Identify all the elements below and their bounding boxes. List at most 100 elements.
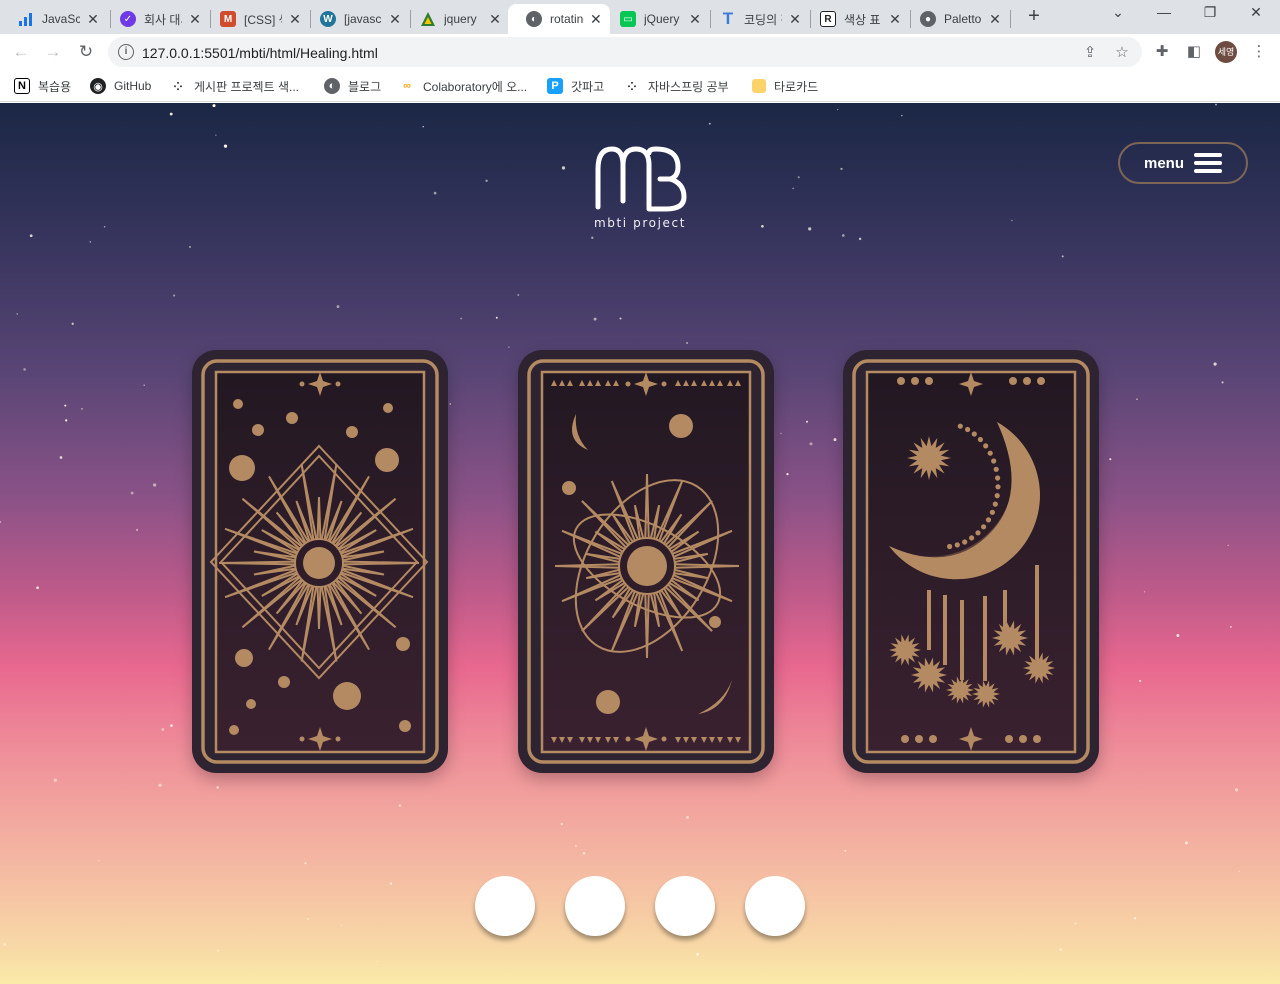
restore-icon[interactable]: ❐: [1200, 4, 1220, 24]
notion-icon: N: [14, 78, 30, 94]
back-arrow-icon[interactable]: ←: [10, 41, 32, 63]
palette-icon: ●: [920, 11, 936, 27]
tab-title: [CSS] 색상: [244, 12, 282, 27]
papago-icon: P: [547, 78, 563, 94]
browser-tab-active[interactable]: ◐ rotating ✕: [508, 4, 610, 34]
bookmark-label: Colaboratory에 오...: [423, 79, 528, 94]
forward-arrow-icon[interactable]: →: [42, 41, 64, 63]
globe-icon: ◐: [526, 11, 542, 27]
bookmark-item[interactable]: ◉ GitHub: [90, 76, 151, 96]
star-icon[interactable]: ☆: [1113, 44, 1131, 62]
tab-search-icon[interactable]: ⌄: [1108, 4, 1128, 24]
chart-bars-icon: [18, 11, 34, 27]
tab-title: jquery: [444, 12, 477, 26]
bookmark-ribbon-icon: M: [220, 11, 236, 27]
browser-tab[interactable]: M [CSS] 색상 ✕: [202, 4, 310, 34]
bookmark-label: 게시판 프로젝트 색...: [194, 79, 299, 94]
tab-title: 코딩의 정석: [744, 12, 782, 27]
browser-tab[interactable]: ✓ 회사 대시보드 ✕: [102, 4, 210, 34]
bookmark-label: 자바스프링 공부: [648, 79, 729, 94]
address-bar[interactable]: i 127.0.0.1:5501/mbti/html/Healing.html …: [108, 37, 1142, 67]
close-icon[interactable]: ✕: [888, 11, 902, 28]
close-icon[interactable]: ✕: [188, 11, 202, 28]
bookmarks-bar: N 복습용 ◉ GitHub ⁘ 게시판 프로젝트 색... ◐ 블로그 ∞ C…: [0, 70, 1280, 102]
tab-title: Palettone: [944, 12, 982, 26]
bookmark-item[interactable]: 타로카드: [752, 76, 818, 96]
side-panel-icon[interactable]: ◧: [1184, 42, 1204, 62]
bookmark-label: 타로카드: [774, 79, 819, 94]
close-icon[interactable]: ✕: [86, 11, 100, 28]
carousel-dot-4[interactable]: [745, 876, 805, 936]
moon-illustration-icon: [852, 359, 1090, 764]
reload-icon[interactable]: ↻: [75, 41, 97, 63]
orbit-illustration-icon: [527, 359, 765, 764]
tab-title: 색상 표: [844, 12, 881, 27]
page-viewport: mbti project menu: [0, 103, 1280, 984]
brand-logo-icon: ✓: [120, 11, 136, 27]
tab-title: rotating: [550, 12, 584, 26]
browser-tab[interactable]: ▭ jQuery ✕: [602, 4, 710, 34]
carousel-dots: [0, 876, 1280, 938]
hamburger-icon: [1194, 153, 1222, 173]
close-icon[interactable]: ✕: [788, 11, 802, 28]
bookmark-item[interactable]: ⁘ 자바스프링 공부: [624, 76, 729, 96]
tarot-card-moon[interactable]: [843, 350, 1099, 773]
browser-toolbar: ← → ↻ i 127.0.0.1:5501/mbti/html/Healing…: [0, 34, 1280, 70]
wordpress-icon: W: [320, 11, 336, 27]
letter-r-icon: R: [820, 11, 836, 27]
chat-bubble-icon: ▭: [620, 11, 636, 27]
logo-text: mbti project: [593, 216, 686, 230]
sun-illustration-icon: [201, 359, 439, 764]
tab-title: jQuery: [644, 12, 680, 26]
bookmark-item[interactable]: ◐ 블로그: [324, 76, 381, 96]
letter-t-icon: T: [722, 9, 734, 28]
profile-avatar[interactable]: 세영: [1215, 41, 1237, 63]
tarot-card-sun[interactable]: [192, 350, 448, 773]
browser-tab[interactable]: JavaScript ✕: [0, 4, 108, 34]
browser-tab[interactable]: T 코딩의 정석 ✕: [702, 4, 810, 34]
dots-grid-icon: ⁘: [173, 80, 183, 93]
share-icon[interactable]: ⇪: [1081, 44, 1099, 62]
bookmark-label: 복습용: [38, 79, 72, 94]
carousel-dot-2[interactable]: [565, 876, 625, 936]
github-icon: ◉: [90, 78, 106, 94]
tab-title: JavaScript: [42, 12, 80, 26]
tab-title: 회사 대시보드: [144, 12, 182, 27]
triangle-logo-icon: [420, 11, 436, 27]
window-close-icon[interactable]: ✕: [1246, 4, 1266, 24]
browser-tab[interactable]: jquery ✕: [402, 4, 510, 34]
menu-label: menu: [1143, 154, 1184, 172]
tab-divider: [1010, 10, 1011, 28]
carousel-dot-1[interactable]: [475, 876, 535, 936]
browser-tab[interactable]: ● Palettone ✕: [902, 4, 1010, 34]
tab-title: [javascript]: [344, 12, 382, 26]
bookmark-label: GitHub: [114, 79, 152, 93]
close-icon[interactable]: ✕: [590, 11, 602, 28]
bookmark-item[interactable]: ⁘ 게시판 프로젝트 색...: [170, 76, 299, 96]
bookmark-item[interactable]: N 복습용: [14, 76, 71, 96]
close-icon[interactable]: ✕: [488, 11, 502, 28]
bookmark-label: 갓파고: [571, 79, 605, 94]
close-icon[interactable]: ✕: [288, 11, 302, 28]
browser-tab[interactable]: W [javascript] ✕: [302, 4, 410, 34]
url-text[interactable]: 127.0.0.1:5501/mbti/html/Healing.html: [142, 45, 378, 61]
extensions-puzzle-icon[interactable]: ✚: [1152, 42, 1172, 62]
menu-button[interactable]: menu: [1118, 142, 1248, 184]
bookmark-label: 블로그: [348, 79, 382, 94]
close-icon[interactable]: ✕: [688, 11, 702, 28]
carousel-dot-3[interactable]: [655, 876, 715, 936]
tarot-card-orbit[interactable]: [518, 350, 774, 773]
globe-icon: ◐: [324, 78, 340, 94]
tab-strip: JavaScript ✕ ✓ 회사 대시보드 ✕ M [CSS] 색상 ✕ W …: [0, 0, 1280, 34]
minimize-icon[interactable]: —: [1154, 4, 1174, 24]
kebab-menu-icon[interactable]: ⋮: [1249, 42, 1269, 62]
site-info-icon[interactable]: i: [118, 44, 134, 60]
browser-tab[interactable]: R 색상 표 ✕: [802, 4, 910, 34]
bookmark-item[interactable]: P 갓파고: [547, 76, 604, 96]
close-icon[interactable]: ✕: [988, 11, 1002, 28]
folder-icon: [752, 79, 766, 93]
new-tab-button[interactable]: +: [1024, 6, 1044, 26]
close-icon[interactable]: ✕: [388, 11, 402, 28]
colab-icon: ∞: [403, 80, 411, 92]
bookmark-item[interactable]: ∞ Colaboratory에 오...: [399, 76, 527, 96]
